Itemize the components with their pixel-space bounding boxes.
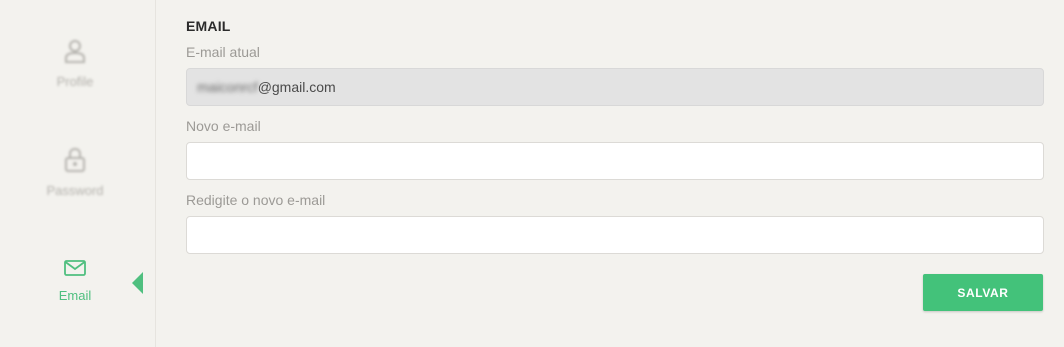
obscured-email-part: maiconrcf	[197, 79, 258, 95]
sidebar-item-label: Email	[58, 288, 92, 303]
section-title: EMAIL	[186, 18, 231, 34]
new-email-input[interactable]	[186, 142, 1044, 180]
confirm-email-input[interactable]	[186, 216, 1044, 254]
email-settings-page: Profile Password Email EMAIL E-mail atua…	[0, 0, 1064, 347]
save-button[interactable]: SALVAR	[923, 274, 1043, 311]
confirm-email-label: Redigite o novo e-mail	[186, 192, 326, 208]
settings-sidebar: Profile Password Email	[0, 0, 156, 347]
current-email-field: maiconrcf @gmail.com	[186, 68, 1044, 106]
new-email-label: Novo e-mail	[186, 118, 261, 134]
sidebar-item-password[interactable]: Password	[0, 147, 150, 198]
sidebar-item-profile[interactable]: Profile	[0, 38, 150, 89]
envelope-icon	[64, 260, 86, 276]
sidebar-item-label: Profile	[56, 74, 94, 89]
user-icon	[65, 40, 85, 63]
active-item-pointer	[132, 272, 143, 294]
sidebar-item-email[interactable]: Email	[0, 258, 150, 303]
email-domain: @gmail.com	[257, 79, 336, 95]
current-email-label: E-mail atual	[186, 44, 260, 60]
lock-icon	[65, 147, 85, 172]
sidebar-item-label: Password	[46, 183, 104, 198]
